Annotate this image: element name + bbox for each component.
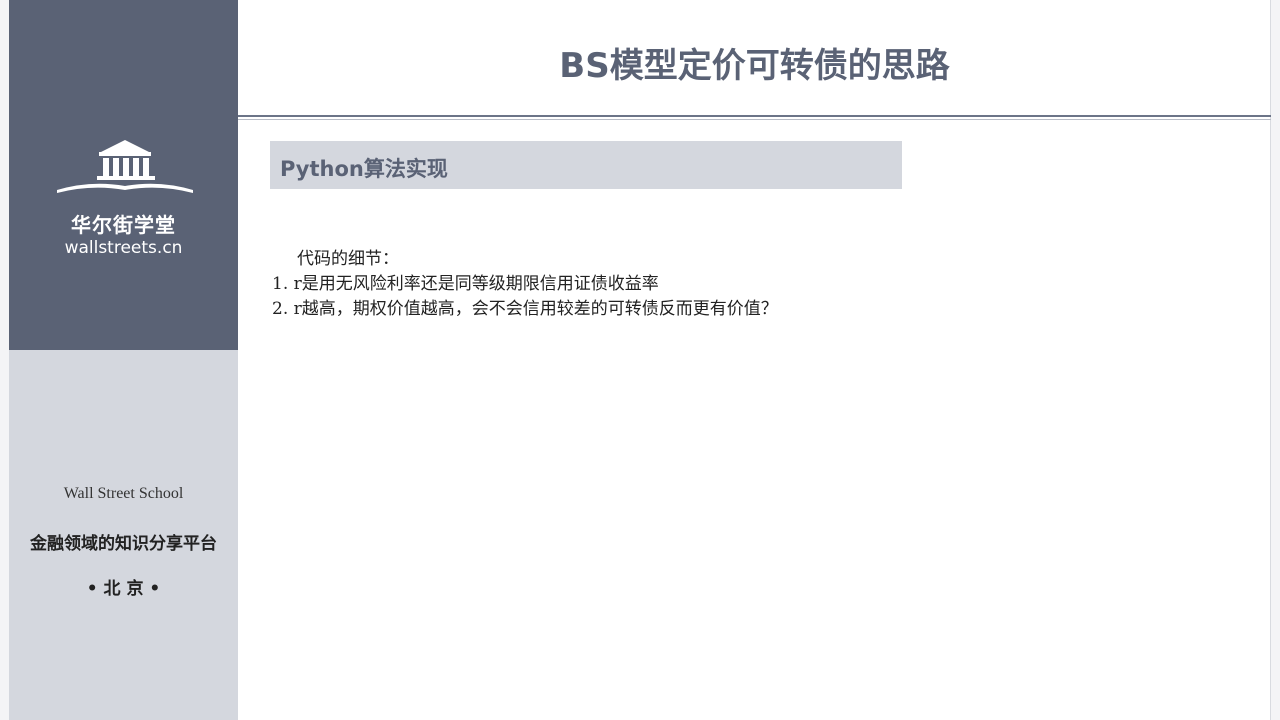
title-divider-thin — [238, 119, 1271, 120]
notes-block: 代码的细节： 1. r是用无风险利率还是同等级期限信用证债收益率 2. r越高，… — [272, 247, 972, 322]
institution-building-icon — [57, 140, 193, 193]
school-name-en: Wall Street School — [63, 485, 184, 502]
school-tagline-cn: 金融领域的知识分享平台 — [30, 534, 217, 554]
notes-item: 1. r是用无风险利率还是同等级期限信用证债收益率 — [272, 274, 659, 294]
section-header-label: Python算法实现 — [280, 157, 448, 181]
slide-title: BS模型定价可转债的思路 — [559, 46, 950, 86]
title-divider — [238, 115, 1271, 117]
notes-item: 2. r越高，期权价值越高，会不会信用较差的可转债反而更有价值？ — [272, 299, 778, 319]
school-city: • 北 京 • — [86, 579, 161, 599]
brand-url: wallstreets.cn — [64, 238, 183, 258]
section-header: Python算法实现 — [270, 141, 902, 189]
notes-intro: 代码的细节： — [297, 249, 399, 269]
right-edge-strip — [1270, 0, 1280, 720]
brand-name-cn: 华尔街学堂 — [71, 213, 176, 237]
